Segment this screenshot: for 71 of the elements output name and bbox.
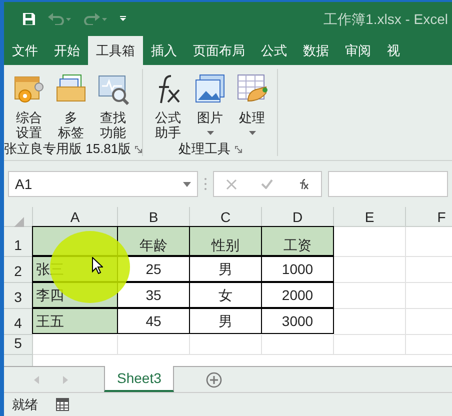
- table-cell: 3000: [261, 308, 334, 334]
- scroll-left-icon[interactable]: [34, 376, 39, 384]
- empty-cell[interactable]: [262, 335, 334, 355]
- table-cell: 王五: [32, 308, 118, 334]
- row-header[interactable]: 1: [4, 227, 33, 257]
- ribbon-tab[interactable]: 插入: [143, 36, 185, 65]
- select-all-icon[interactable]: [14, 217, 24, 228]
- ribbon-tab[interactable]: 审阅: [337, 36, 379, 65]
- window-title: 工作簿1.xlsx - Excel: [324, 10, 449, 28]
- formula-field[interactable]: [328, 171, 448, 197]
- ribbon-button[interactable]: 多 标签: [52, 69, 90, 140]
- ribbon-tab[interactable]: 页面布局: [185, 36, 253, 65]
- ribbon-tab[interactable]: 数据: [295, 36, 337, 65]
- empty-cell[interactable]: [334, 257, 406, 283]
- row-header[interactable]: 3: [4, 283, 33, 309]
- table-cell: 45: [117, 308, 190, 334]
- magnifier-icon: [97, 73, 129, 105]
- ribbon-tab[interactable]: 工具箱: [88, 36, 143, 65]
- sheet-tab[interactable]: Sheet3: [104, 366, 174, 392]
- table-cell: 女: [189, 282, 262, 308]
- ribbon-tab[interactable]: 开始: [46, 36, 88, 65]
- ribbon-tab[interactable]: 公式: [253, 36, 295, 65]
- group-label: 处理工具: [178, 140, 231, 158]
- add-sheet-icon[interactable]: [206, 372, 222, 388]
- table-cell: 男: [189, 256, 262, 282]
- macro-record-icon[interactable]: [56, 398, 69, 411]
- grip-icon: [204, 177, 207, 191]
- dialog-launcher-icon[interactable]: [135, 146, 142, 152]
- insert-function-icon[interactable]: [297, 178, 309, 190]
- table-cell: 1000: [261, 256, 334, 282]
- scroll-right-icon[interactable]: [63, 376, 68, 384]
- name-box-value: A1: [15, 174, 32, 194]
- column-header[interactable]: D: [262, 207, 334, 227]
- ribbon-tab[interactable]: 视: [379, 36, 408, 65]
- check-icon[interactable]: [261, 179, 273, 189]
- dropdown-caret-icon[interactable]: [183, 182, 191, 186]
- cancel-icon[interactable]: [226, 178, 237, 190]
- undo-icon[interactable]: [48, 13, 72, 25]
- ribbon-button[interactable]: 处理: [233, 69, 272, 140]
- row-header[interactable]: 5: [4, 335, 33, 355]
- ribbon-button[interactable]: 查找 功能: [94, 69, 132, 140]
- table-cell: 男: [189, 308, 262, 334]
- mouse-pointer-icon: [92, 257, 103, 274]
- status-text: 就绪: [12, 396, 38, 414]
- empty-cell[interactable]: [118, 335, 190, 355]
- name-box[interactable]: A1: [8, 171, 198, 197]
- column-header[interactable]: A: [33, 207, 118, 227]
- empty-cell[interactable]: [334, 283, 406, 309]
- column-header[interactable]: C: [190, 207, 262, 227]
- group-label: 张立良专用版 15.81版: [4, 140, 132, 158]
- empty-cell[interactable]: [334, 335, 406, 355]
- row-header[interactable]: 4: [4, 309, 33, 335]
- table-cell: 2000: [261, 282, 334, 308]
- dialog-launcher-icon[interactable]: [234, 146, 242, 152]
- customize-icon[interactable]: [120, 16, 126, 22]
- column-header[interactable]: E: [334, 207, 406, 227]
- table-cell: 工资: [261, 226, 334, 256]
- save-icon[interactable]: [22, 12, 36, 26]
- redo-icon[interactable]: [84, 13, 108, 25]
- table-cell: 年龄: [117, 226, 190, 256]
- ribbon-button[interactable]: 公式 助手: [149, 69, 188, 140]
- column-header[interactable]: B: [118, 207, 190, 227]
- empty-cell[interactable]: [334, 309, 406, 335]
- row-header[interactable]: 2: [4, 257, 33, 283]
- table-cell: 性别: [189, 226, 262, 256]
- ribbon-tab[interactable]: 文件: [4, 36, 46, 65]
- empty-cell[interactable]: [190, 335, 262, 355]
- ribbon-button[interactable]: 图片: [191, 69, 230, 140]
- picture-icon: [194, 73, 226, 105]
- ribbon-button[interactable]: 综合 设置: [10, 69, 48, 140]
- column-header[interactable]: F: [406, 207, 452, 227]
